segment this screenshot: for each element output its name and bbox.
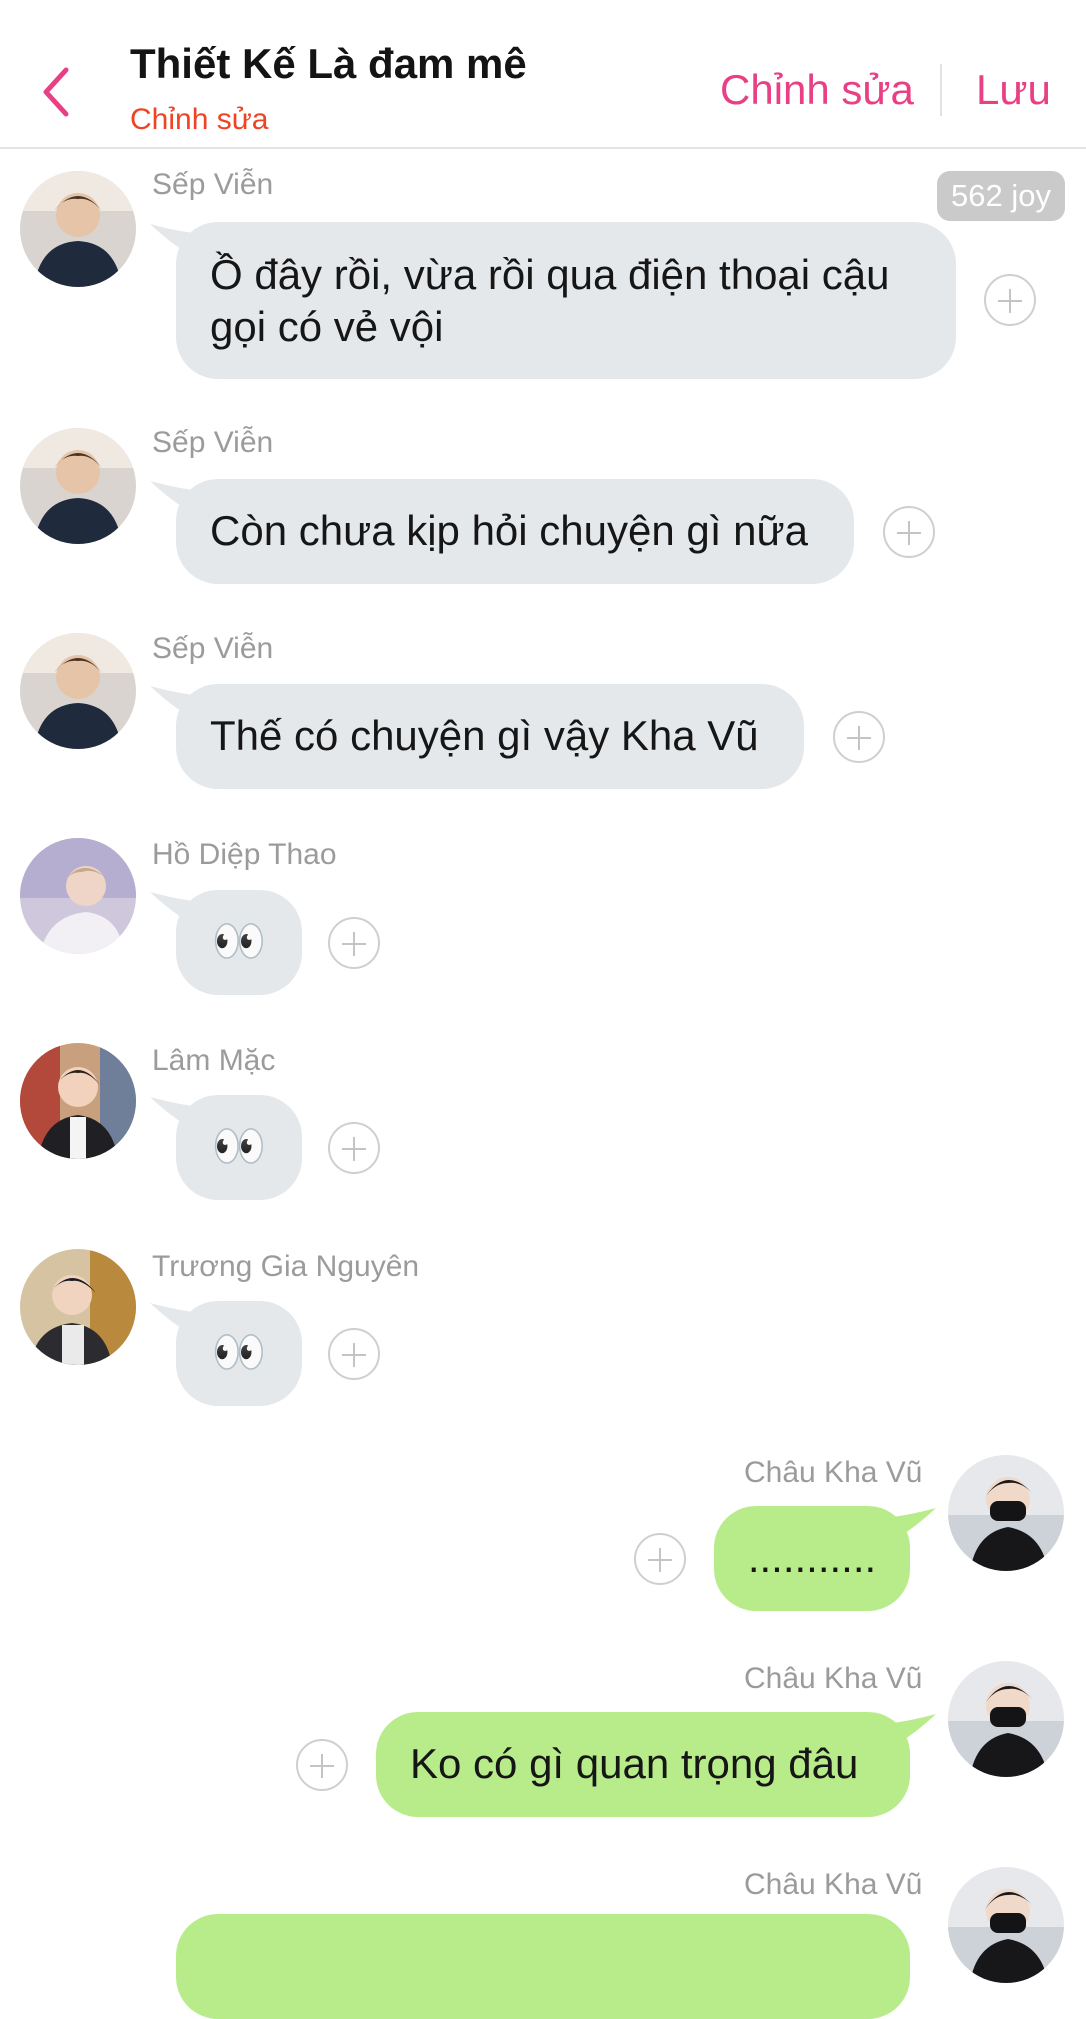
sender-name: Sếp Viễn [152, 426, 274, 459]
eyes-emoji: 👀 [211, 917, 267, 966]
sender-name: Sếp Viễn [152, 632, 274, 665]
avatar[interactable] [20, 428, 136, 544]
message-bubble[interactable]: Thế có chuyện gì vậy Kha Vũ [176, 684, 804, 789]
edit-button[interactable]: Chỉnh sửa [720, 66, 914, 114]
avatar[interactable] [20, 838, 136, 954]
avatar[interactable] [948, 1867, 1064, 1983]
sender-name: Châu Kha Vũ [744, 1662, 923, 1695]
add-reaction-button[interactable] [296, 1739, 348, 1791]
chat-subtitle: Chỉnh sửa [130, 103, 269, 136]
avatar[interactable] [20, 1249, 136, 1365]
save-button[interactable]: Lưu [976, 66, 1051, 114]
message-bubble[interactable]: ........... [714, 1506, 910, 1611]
message-bubble[interactable]: Ồ đây rồi, vừa rồi qua điện thoại cậu gọ… [176, 222, 956, 379]
avatar[interactable] [948, 1455, 1064, 1571]
avatar[interactable] [20, 1043, 136, 1159]
add-reaction-button[interactable] [328, 1328, 380, 1380]
message-bubble[interactable]: 👀 [176, 890, 302, 995]
add-reaction-button[interactable] [328, 1122, 380, 1174]
chevron-left-icon [43, 67, 69, 117]
back-button[interactable] [36, 64, 80, 120]
add-reaction-button[interactable] [984, 274, 1036, 326]
header-divider [940, 64, 942, 116]
chat-header: Thiết Kế Là đam mê Chỉnh sửa Chỉnh sửa L… [0, 0, 1086, 149]
add-reaction-button[interactable] [328, 917, 380, 969]
eyes-emoji: 👀 [211, 1328, 267, 1377]
sender-name: Sếp Viễn [152, 168, 274, 201]
joy-count-badge: 562 joy [937, 171, 1065, 221]
message-bubble[interactable] [176, 1914, 910, 2019]
sender-name: Châu Kha Vũ [744, 1868, 923, 1901]
sender-name: Trương Gia Nguyên [152, 1250, 420, 1283]
sender-name: Châu Kha Vũ [744, 1456, 923, 1489]
add-reaction-button[interactable] [883, 506, 935, 558]
message-bubble[interactable]: Còn chưa kịp hỏi chuyện gì nữa [176, 479, 854, 584]
chat-title: Thiết Kế Là đam mê [130, 40, 527, 87]
avatar[interactable] [948, 1661, 1064, 1777]
add-reaction-button[interactable] [833, 711, 885, 763]
eyes-emoji: 👀 [211, 1122, 267, 1171]
sender-name: Lâm Mặc [152, 1044, 276, 1077]
message-bubble[interactable]: Ko có gì quan trọng đâu [376, 1712, 910, 1817]
message-bubble[interactable]: 👀 [176, 1095, 302, 1200]
avatar[interactable] [20, 633, 136, 749]
sender-name: Hồ Diệp Thao [152, 838, 337, 871]
add-reaction-button[interactable] [634, 1533, 686, 1585]
avatar[interactable] [20, 171, 136, 287]
message-bubble[interactable]: 👀 [176, 1301, 302, 1406]
